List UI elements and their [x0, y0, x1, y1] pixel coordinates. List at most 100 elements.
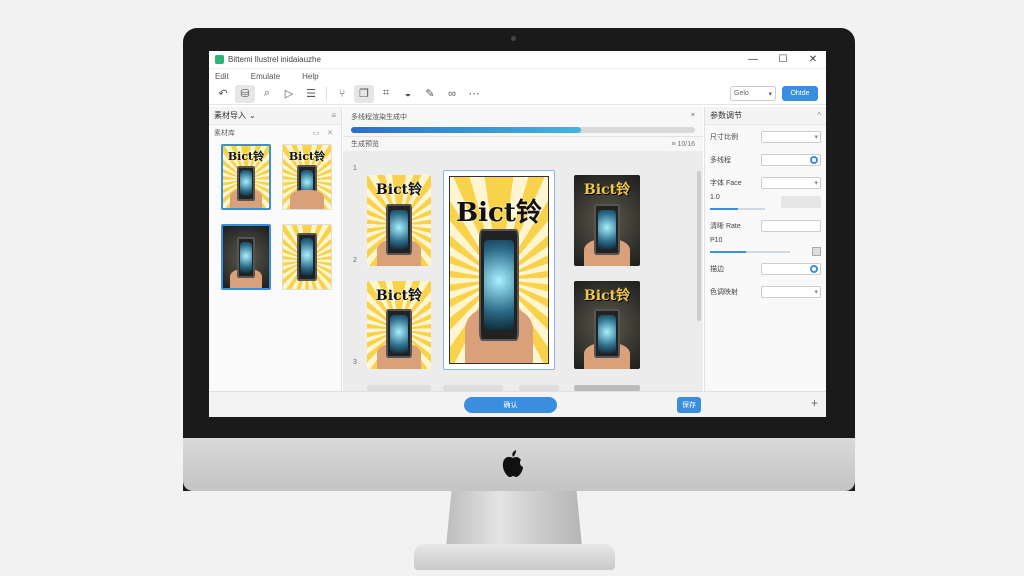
maximize-button[interactable]: ☐: [776, 54, 790, 65]
add-icon[interactable]: +: [811, 396, 818, 410]
menu-icon[interactable]: ≡: [331, 111, 336, 120]
preview-label: 生成预览: [351, 141, 379, 148]
link-icon[interactable]: ∞: [442, 85, 462, 103]
preview-card[interactable]: Bict铃: [574, 281, 640, 369]
slider-value-box[interactable]: [781, 196, 821, 208]
radio-icon: [810, 264, 818, 273]
crop-icon[interactable]: ⌗: [376, 85, 396, 103]
param-label: 色调映射: [710, 288, 738, 296]
asset-thumbnail[interactable]: Bict铃: [282, 144, 332, 210]
chevron-down-icon: ▾: [814, 179, 818, 187]
toolbar: ↶ ⛁ ⌕ ▷ ☰ ⑂ ❐ ⌗ ◒ ✎ ∞ ⋯ Gelo ▾ Ohtde: [209, 83, 826, 105]
asset-thumbnail[interactable]: [282, 224, 332, 290]
stand-neck: [446, 491, 582, 547]
render-progress: 多线程渲染生成中 ×: [343, 107, 703, 137]
menu-help[interactable]: Help: [302, 72, 318, 81]
toolbar-select[interactable]: Gelo ▾: [730, 86, 776, 101]
app-window: Bittemi Ilustrel inidaiauzhe — ☐ ✕ Edit …: [209, 51, 826, 417]
param-row: 清晰 Rate: [705, 214, 826, 237]
param-row: 字体 Face ▾: [705, 171, 826, 194]
preview-scrollbar[interactable]: [697, 171, 701, 321]
preview-card[interactable]: Bict铃: [574, 175, 640, 266]
param-toggle[interactable]: [761, 153, 821, 166]
row-number: 1: [353, 165, 357, 172]
menu-emulate[interactable]: Emulate: [251, 72, 280, 81]
chevron-down-icon: ▾: [814, 288, 818, 296]
param-label: 清晰 Rate: [710, 222, 741, 230]
param-row: 色调映射 ▾: [705, 280, 826, 303]
param-label: 描边: [710, 265, 724, 273]
preview-header: 生成预览 ≡ 10/16: [343, 137, 703, 151]
asset-thumbnails: Bict铃 Bict铃: [209, 140, 341, 294]
collapse-icon[interactable]: ^: [817, 111, 821, 120]
asset-panel-title[interactable]: 素材导入: [214, 110, 246, 121]
param-select[interactable]: ▾: [761, 285, 821, 298]
slider-track[interactable]: [710, 208, 765, 210]
layers-icon[interactable]: ❐: [354, 84, 374, 103]
parameter-panel-header: 参数调节 ^: [705, 107, 826, 125]
param-input[interactable]: [761, 219, 821, 232]
search-icon[interactable]: ⌕: [257, 85, 277, 103]
bottom-bar: 确认 保存 +: [209, 391, 826, 417]
toolbar-divider: [326, 86, 327, 101]
preview-card[interactable]: Bict铃: [367, 281, 431, 369]
brush-icon[interactable]: ✎: [420, 85, 440, 103]
confirm-button[interactable]: 确认: [464, 397, 557, 413]
param-row: 尺寸比例 ▾: [705, 125, 826, 148]
camera: [511, 36, 516, 41]
slider-fill: [710, 208, 738, 210]
stand-base: [414, 544, 615, 570]
parameter-panel-title: 参数调节: [710, 111, 742, 120]
param-row: 描边: [705, 257, 826, 280]
asset-thumbnail[interactable]: [221, 224, 271, 290]
close-button[interactable]: ✕: [806, 54, 820, 65]
close-icon[interactable]: ×: [691, 112, 695, 122]
param-label: 多线程: [710, 156, 731, 164]
list-icon[interactable]: ☰: [301, 85, 321, 103]
param-row: 多线程: [705, 148, 826, 171]
param-label: 字体 Face: [710, 179, 742, 187]
bucket-icon[interactable]: ◒: [398, 85, 418, 103]
param-toggle[interactable]: [761, 262, 821, 275]
chevron-down-icon: ▾: [814, 133, 818, 141]
window-title: Bittemi Ilustrel inidaiauzhe: [228, 55, 321, 64]
branch-icon[interactable]: ⑂: [332, 85, 352, 103]
param-label: P10: [710, 237, 723, 244]
play-icon[interactable]: ▷: [279, 85, 299, 103]
app-logo-icon: [215, 55, 224, 64]
asset-library-header: 素材库 ▭ ✕: [209, 125, 341, 140]
param-slider-row: P10: [705, 237, 826, 257]
progress-label: 多线程渲染生成中: [351, 114, 407, 121]
slider-fill: [710, 251, 746, 253]
asset-library-title: 素材库: [214, 129, 235, 137]
asset-thumbnail[interactable]: Bict铃: [221, 144, 271, 210]
undo-icon[interactable]: ↶: [213, 85, 233, 103]
primary-action-button[interactable]: Ohtde: [782, 86, 818, 101]
progress-fill: [351, 127, 582, 133]
param-label: 1.0: [710, 194, 720, 201]
chevron-down-icon[interactable]: ⌄: [249, 111, 256, 120]
library-actions[interactable]: ▭ ✕: [313, 129, 336, 137]
font-select[interactable]: ▾: [761, 176, 821, 189]
save-button[interactable]: 保存: [677, 397, 701, 413]
param-select[interactable]: ▾: [761, 130, 821, 143]
row-number: 2: [353, 257, 357, 264]
minimize-button[interactable]: —: [746, 54, 760, 65]
preview-card[interactable]: Bict铃: [367, 175, 431, 266]
slider-track[interactable]: [710, 251, 790, 253]
selected-preview-card[interactable]: Bict铃: [443, 170, 555, 370]
title-bar: Bittemi Ilustrel inidaiauzhe — ☐ ✕: [209, 51, 826, 69]
preview-panel: 多线程渲染生成中 × 生成预览 ≡ 10/16 1 2 3 Bict铃 Bict…: [343, 107, 703, 391]
menu-edit[interactable]: Edit: [215, 72, 229, 81]
checkbox[interactable]: [812, 247, 821, 256]
row-number: 3: [353, 359, 357, 366]
menu-bar: Edit Emulate Help: [209, 69, 826, 83]
save-icon[interactable]: ⛁: [235, 84, 255, 103]
param-slider-row: 1.0: [705, 194, 826, 214]
apple-logo-icon: [502, 450, 523, 477]
asset-panel-header: 素材导入 ⌄ ≡: [209, 107, 341, 125]
parameter-panel: 参数调节 ^ 尺寸比例 ▾ 多线程 字体 Face ▾ 1.0 清晰 Rate …: [704, 107, 826, 391]
toolbar-select-value: Gelo: [734, 90, 749, 97]
asset-panel: 素材导入 ⌄ ≡ 素材库 ▭ ✕ Bict铃 Bict铃: [209, 107, 342, 391]
more-icon[interactable]: ⋯: [464, 85, 484, 103]
